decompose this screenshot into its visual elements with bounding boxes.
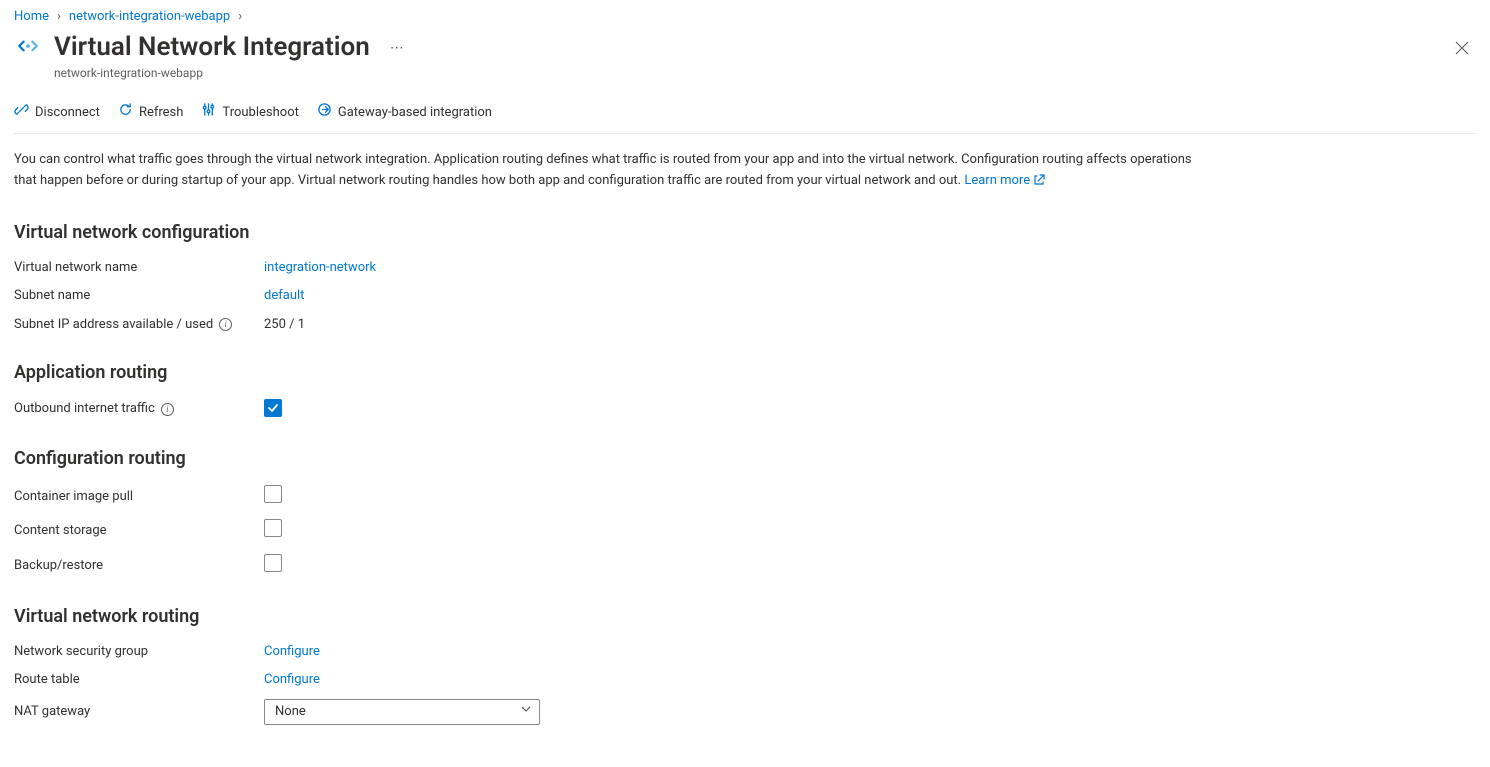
more-actions-button[interactable]: ⋯ — [384, 37, 410, 59]
nat-gateway-label: NAT gateway — [14, 703, 264, 721]
gateway-integration-label: Gateway-based integration — [338, 104, 492, 122]
learn-more-label: Learn more — [964, 173, 1030, 188]
breadcrumb-home-link[interactable]: Home — [14, 8, 49, 26]
close-button[interactable] — [1448, 34, 1476, 62]
vnet-routing-heading: Virtual network routing — [14, 604, 1214, 629]
vnet-name-label: Virtual network name — [14, 259, 264, 277]
route-table-label: Route table — [14, 671, 264, 689]
info-icon[interactable]: i — [219, 318, 232, 331]
container-image-pull-checkbox[interactable] — [264, 485, 282, 503]
refresh-icon — [118, 102, 133, 123]
outbound-traffic-label-text: Outbound internet traffic — [14, 400, 155, 418]
subnet-name-link[interactable]: default — [264, 288, 304, 303]
refresh-label: Refresh — [139, 104, 183, 122]
vnet-config-heading: Virtual network configuration — [14, 220, 1214, 245]
command-bar: Disconnect Refresh Troubleshoot — [14, 90, 1476, 134]
intro-text: You can control what traffic goes throug… — [14, 150, 1214, 194]
content-storage-label: Content storage — [14, 522, 264, 540]
subnet-ip-label: Subnet IP address available / used i — [14, 316, 264, 334]
app-routing-heading: Application routing — [14, 360, 1214, 385]
outbound-traffic-label: Outbound internet traffic i — [14, 400, 264, 418]
chevron-right-icon: › — [57, 8, 61, 26]
disconnect-label: Disconnect — [35, 104, 100, 122]
subnet-ip-value: 250 / 1 — [264, 316, 305, 334]
troubleshoot-button[interactable]: Troubleshoot — [201, 102, 298, 123]
disconnect-icon — [14, 102, 29, 123]
nsg-label: Network security group — [14, 643, 264, 661]
info-icon[interactable]: i — [161, 403, 174, 416]
learn-more-link[interactable]: Learn more — [964, 173, 1045, 188]
nsg-configure-link[interactable]: Configure — [264, 644, 320, 659]
backup-restore-checkbox[interactable] — [264, 554, 282, 572]
subnet-ip-label-text: Subnet IP address available / used — [14, 316, 213, 334]
page-subtitle: network-integration-webapp — [54, 65, 410, 82]
container-image-pull-label: Container image pull — [14, 488, 264, 506]
nat-gateway-selected-value: None — [275, 703, 306, 721]
page-header: Virtual Network Integration ⋯ network-in… — [14, 32, 1476, 82]
chevron-right-icon: › — [238, 8, 242, 26]
backup-restore-label: Backup/restore — [14, 557, 264, 575]
vnet-name-link[interactable]: integration-network — [264, 260, 376, 275]
breadcrumb: Home › network-integration-webapp › — [14, 8, 1476, 26]
content-storage-checkbox[interactable] — [264, 519, 282, 537]
webapp-icon — [14, 32, 42, 66]
gateway-integration-button[interactable]: Gateway-based integration — [317, 102, 492, 123]
troubleshoot-icon — [201, 102, 216, 123]
outbound-traffic-checkbox[interactable] — [264, 399, 282, 417]
troubleshoot-label: Troubleshoot — [222, 104, 298, 122]
subnet-name-label: Subnet name — [14, 287, 264, 305]
config-routing-heading: Configuration routing — [14, 446, 1214, 471]
arrow-circle-icon — [317, 102, 332, 123]
disconnect-button[interactable]: Disconnect — [14, 102, 100, 123]
external-link-icon — [1033, 173, 1045, 194]
refresh-button[interactable]: Refresh — [118, 102, 183, 123]
route-table-configure-link[interactable]: Configure — [264, 672, 320, 687]
breadcrumb-resource-link[interactable]: network-integration-webapp — [69, 8, 230, 26]
nat-gateway-select[interactable]: None — [264, 699, 540, 725]
page-title: Virtual Network Integration — [54, 32, 370, 63]
